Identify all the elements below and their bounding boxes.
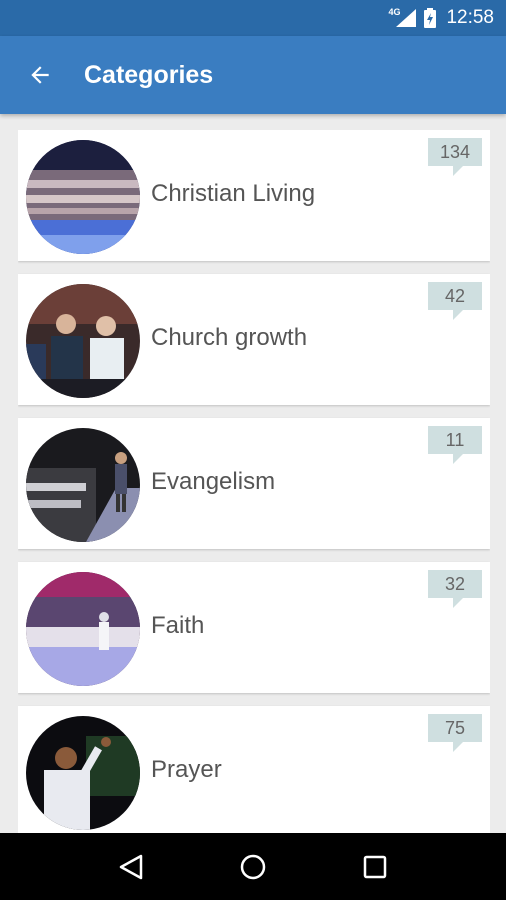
status-icons: 4G 12:58 (388, 7, 494, 29)
category-item-faith[interactable]: Faith 32 (18, 562, 490, 693)
circle-home-icon (240, 854, 266, 879)
back-button[interactable] (20, 55, 60, 95)
app-bar: Categories (0, 36, 506, 114)
category-label: Faith (151, 612, 205, 639)
status-bar: 4G 12:58 (0, 0, 506, 36)
category-thumbnail (26, 428, 140, 542)
post-count-badge: 32 (428, 570, 482, 608)
cell-signal-icon: 4G (388, 7, 418, 29)
category-thumbnail (26, 284, 140, 398)
triangle-back-icon (119, 854, 143, 879)
category-thumbnail (26, 716, 140, 830)
category-label: Church growth (151, 324, 308, 351)
category-thumbnail (26, 572, 140, 686)
post-count-badge: 11 (428, 426, 482, 464)
category-label: Christian Living (151, 180, 316, 207)
clock: 12:58 (446, 7, 494, 28)
category-label: Evangelism (151, 468, 276, 495)
page-title: Categories (84, 60, 214, 89)
home-nav-button[interactable] (228, 842, 278, 892)
category-thumbnail (26, 140, 140, 254)
category-label: Prayer (151, 756, 222, 783)
recents-nav-button[interactable] (350, 842, 400, 892)
arrow-back-icon (31, 66, 49, 84)
category-item-church-growth[interactable]: Church growth 42 (18, 274, 490, 405)
system-navigation-bar (0, 833, 506, 900)
square-recents-icon (363, 855, 387, 878)
category-item-prayer[interactable]: Prayer 75 (18, 706, 490, 833)
category-list[interactable]: Christian Living 134 Church growth 42 Ev… (18, 130, 490, 833)
post-count-badge: 75 (428, 714, 482, 752)
post-count-badge: 42 (428, 282, 482, 320)
back-nav-button[interactable] (106, 842, 156, 892)
category-item-evangelism[interactable]: Evangelism 11 (18, 418, 490, 549)
post-count-badge: 134 (427, 138, 482, 176)
battery-charging-icon (424, 8, 437, 28)
category-item-christian-living[interactable]: Christian Living 134 (18, 130, 490, 261)
